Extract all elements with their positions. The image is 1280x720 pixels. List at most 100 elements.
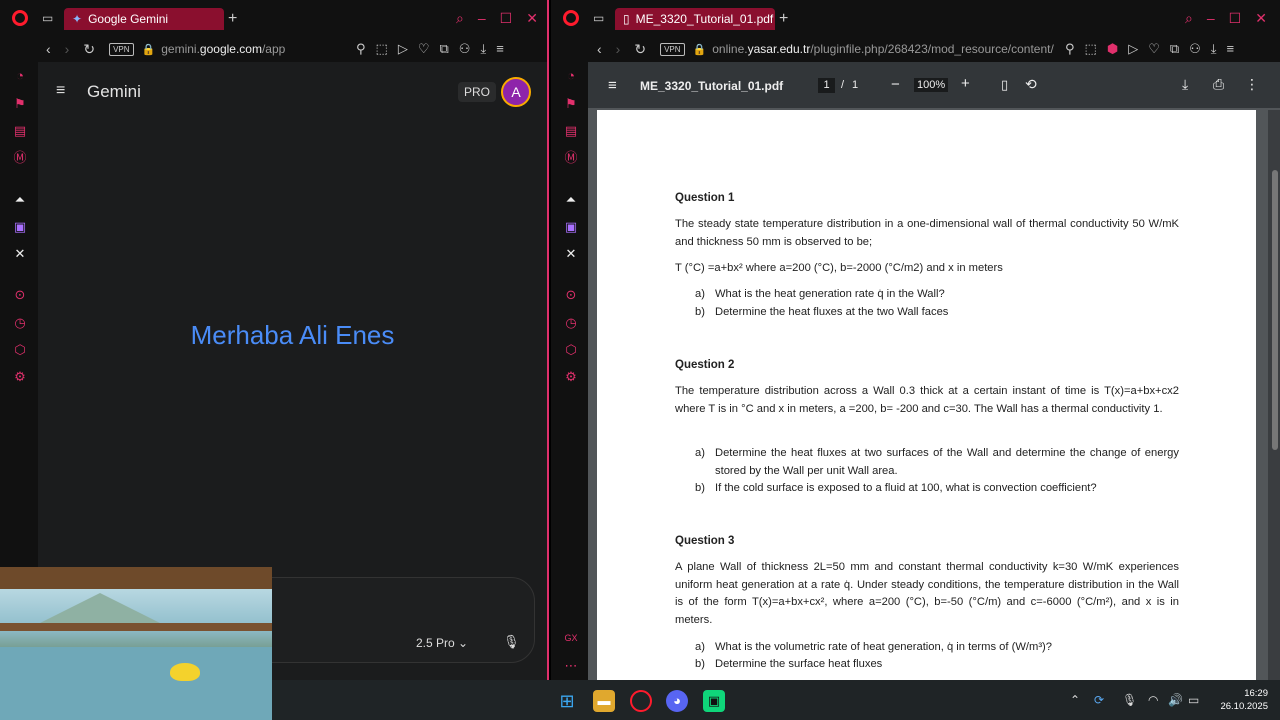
back-icon[interactable]: ‹ [597,41,602,57]
app-icon[interactable]: ⏶ [563,192,579,208]
settings-icon[interactable]: ⚙ [12,369,28,385]
zoom-input[interactable]: 100% [914,78,949,92]
pin-icon[interactable]: ⚲ [1065,41,1075,57]
forward-icon[interactable]: › [616,41,621,57]
extensions-sidebar-icon[interactable]: ⬡ [563,342,579,358]
tab-manager-icon[interactable]: ▭ [42,11,53,25]
opera-menu-icon[interactable] [12,10,28,26]
tab-manager-icon[interactable]: ▭ [593,11,604,25]
forward-icon[interactable]: › [65,41,70,57]
player-icon[interactable]: ⊙ [12,287,28,303]
mail-icon[interactable]: Ⓜ [563,150,579,166]
easy-setup-icon[interactable]: ≡ [496,41,504,57]
fit-page-icon[interactable]: ▯ [1001,77,1008,93]
heart-icon[interactable]: ♡ [418,41,430,57]
messenger-icon[interactable]: ▤ [12,123,28,139]
outline-menu-icon[interactable]: ≡ [608,77,617,94]
maximize-icon[interactable]: ☐ [500,10,513,27]
adblock-icon[interactable]: ⬢ [1107,41,1118,57]
opera-gx-icon[interactable] [630,690,652,712]
new-tab-icon[interactable]: + [779,10,788,28]
send-icon[interactable]: ▷ [1128,41,1138,57]
app-icon[interactable]: ⏶ [12,192,28,208]
send-icon[interactable]: ▷ [398,41,408,57]
toolbar-icons: ⚲ ⬚ ⬢ ▷ ♡ ⧉ ⚇ ⤓ ≡ [1065,41,1234,57]
discord-icon[interactable]: ◕ [666,690,688,712]
rotate-icon[interactable]: ⟲ [1025,76,1037,93]
show-hidden-icons-icon[interactable]: ⌃ [1070,693,1080,707]
snapshot-icon[interactable]: ⬚ [1085,41,1097,57]
pdf-scrollbar[interactable] [1268,110,1280,680]
page-number-input[interactable]: 1 [818,78,835,93]
vpn-badge[interactable]: VPN [660,42,685,56]
twitch-icon[interactable]: ▣ [563,219,579,235]
profile-icon[interactable]: ⚇ [1189,41,1201,57]
pin-icon[interactable]: ⚲ [356,41,366,57]
search-icon[interactable]: ⌕ [456,10,464,27]
close-icon[interactable]: ✕ [1255,10,1267,27]
minimize-icon[interactable]: – [478,10,486,27]
battery-icon[interactable]: ▭ [1188,693,1199,707]
aria-icon[interactable]: ◔ [12,68,28,84]
download-icon[interactable]: ⤓ [480,41,486,57]
more-icon[interactable]: ⋯ [563,658,579,674]
pdf-download-icon[interactable]: ⤓ [1182,76,1188,93]
bookmark-icon[interactable]: ⚑ [563,96,579,112]
vpn-badge[interactable]: VPN [109,42,134,56]
twitch-icon[interactable]: ▣ [12,219,28,235]
zoom-in-icon[interactable]: + [961,75,970,92]
settings-icon[interactable]: ⚙ [563,369,579,385]
easy-setup-icon[interactable]: ≡ [1227,41,1235,57]
opera-menu-icon[interactable] [563,10,579,26]
bookmark-icon[interactable]: ⚑ [12,96,28,112]
minimize-icon[interactable]: – [1207,10,1215,27]
extensions-icon[interactable]: ⧉ [439,41,448,57]
download-icon[interactable]: ⤓ [1211,41,1217,57]
messenger-icon[interactable]: ▤ [563,123,579,139]
aria-icon[interactable]: ◔ [563,68,579,84]
extensions-icon[interactable]: ⧉ [1170,41,1179,57]
history-icon[interactable]: ◷ [563,315,579,331]
player-icon[interactable]: ⊙ [563,287,579,303]
maximize-icon[interactable]: ☐ [1229,10,1242,27]
microphone-icon[interactable]: 🎙 [503,634,520,650]
snapshot-icon[interactable]: ⬚ [376,41,388,57]
system-clock[interactable]: 16:29 26.10.2025 [1214,687,1268,713]
pro-badge[interactable]: PRO [458,82,497,102]
volume-icon[interactable]: 🔊 [1168,693,1183,707]
mail-icon[interactable]: Ⓜ [12,150,28,166]
avatar[interactable]: A [501,77,531,107]
profile-icon[interactable]: ⚇ [459,41,471,57]
x-icon[interactable]: ✕ [12,246,28,262]
wifi-icon[interactable]: ◠ [1148,693,1158,707]
reload-icon[interactable]: ↻ [83,41,95,58]
extensions-sidebar-icon[interactable]: ⬡ [12,342,28,358]
tab-gemini[interactable]: ✦ Google Gemini [64,8,224,30]
file-explorer-icon[interactable]: ▬ [593,690,615,712]
new-tab-icon[interactable]: + [228,10,237,28]
start-icon[interactable]: ⊞ [556,690,578,712]
main-menu-icon[interactable]: ≡ [56,82,65,100]
microphone-tray-icon[interactable]: 🎙 [1122,693,1137,707]
url-field[interactable]: gemini.google.com/app [161,42,285,56]
chat-app-icon[interactable]: ▣ [703,690,725,712]
scrollbar-thumb[interactable] [1272,170,1278,450]
question-title: Question 1 [675,192,735,204]
reload-icon[interactable]: ↻ [634,41,646,58]
more-actions-icon[interactable]: ⋮ [1245,76,1259,93]
search-icon[interactable]: ⌕ [1185,10,1193,27]
zoom-out-icon[interactable]: − [891,76,900,93]
back-icon[interactable]: ‹ [46,41,51,57]
url-field[interactable]: online.yasar.edu.tr/pluginfile.php/26842… [712,42,1054,56]
list-item: b) Determine the surface heat fluxes [695,658,883,670]
gx-icon[interactable]: GX [563,630,579,646]
sync-icon[interactable]: ⟳ [1094,693,1104,707]
history-icon[interactable]: ◷ [12,315,28,331]
tab-pdf[interactable]: ▯ ME_3320_Tutorial_01.pdf [615,8,775,30]
x-icon[interactable]: ✕ [563,246,579,262]
model-selector[interactable]: 2.5 Pro ⌄ [416,636,468,650]
wallpaper-pikachu [170,663,200,681]
close-icon[interactable]: ✕ [526,10,538,27]
print-icon[interactable]: ⎙ [1213,76,1224,93]
heart-icon[interactable]: ♡ [1148,41,1160,57]
